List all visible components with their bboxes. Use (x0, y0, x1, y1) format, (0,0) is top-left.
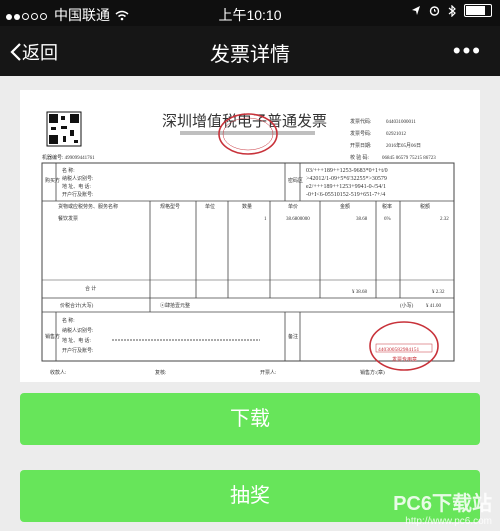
code-label: 发票代码: (350, 118, 371, 125)
stamp-number: 440300582984151 (378, 347, 420, 353)
item-tax: 2.32 (440, 217, 449, 222)
total-amount: ¥ 38.68 (352, 290, 368, 295)
cipher-line: e2/+++189++1253+9941-0-/54/1 (306, 184, 386, 190)
seller-line: 名 称: (62, 317, 75, 324)
footer-review: 复核: (155, 369, 166, 376)
nav-bar: 返回 发票详情 ••• (0, 26, 500, 76)
watermark-main: PC6下载站 (393, 493, 492, 515)
number-label: 发票号码: (350, 130, 371, 137)
total-label: 合 计 (85, 285, 96, 292)
cipher-line: -0+I<6-05510152-519+651-7+/4 (306, 192, 385, 198)
footer-drawer: 开票人: (260, 370, 276, 376)
buyer-label: 购买方 (45, 177, 60, 184)
buyer-line: 地 址、电 话: (62, 183, 91, 190)
item-qty: 1 (264, 217, 267, 222)
col-header: 税额 (420, 203, 430, 210)
col-header: 货物或应税劳务、服务名称 (58, 203, 118, 210)
status-bar: 中国联通 上午10:10 (0, 0, 500, 26)
remark-label: 备注 (288, 333, 298, 340)
buyer-line: 名 称: (62, 167, 75, 174)
invoice-image: 机器编号: 499099441761 深圳增值税电子普通发票 发票代码: 044… (20, 90, 480, 382)
sum-label: 价税合计(大写) (60, 302, 94, 309)
sum-small: (小写) (400, 302, 414, 309)
bluetooth-icon (448, 4, 456, 17)
col-header: 税率 (382, 203, 392, 210)
col-header: 单位 (205, 203, 215, 210)
qr-code (46, 111, 82, 147)
date-label: 开票日期: (350, 143, 371, 149)
more-icon[interactable]: ••• (453, 38, 482, 64)
alarm-icon (429, 6, 440, 16)
col-header: 数量 (242, 203, 252, 210)
seller-line: 开户行及账号: (62, 347, 93, 354)
seller-line: 纳税人识别号: (62, 327, 93, 334)
date-value: 2016年05月06日 (386, 142, 421, 149)
download-button[interactable]: 下载 (20, 393, 480, 445)
number-value: 02921012 (386, 132, 407, 137)
code-value: 044031000011 (386, 120, 416, 125)
invoice-title: 深圳增值税电子普通发票 (162, 113, 327, 130)
location-icon (412, 6, 420, 15)
footer-payee: 收款人: (50, 369, 66, 376)
seller-line: 地 址、电 话: (62, 337, 91, 344)
item-amount: 38.68 (356, 217, 368, 222)
stamp-bottom: 发票专用章 (392, 356, 417, 363)
sum-words: ⓧ肆拾壹元整 (160, 302, 190, 309)
seller-label: 销售方 (45, 333, 60, 340)
total-tax: ¥ 2.32 (432, 290, 445, 295)
item-name: 餐饮发票 (58, 215, 78, 222)
cipher-line: 03/+++189++1253-9683*0+1+t/0 (306, 168, 388, 174)
seller-stamp: 440300582984151 发票专用章 (369, 321, 439, 371)
buyer-line: 纳税人识别号: (62, 175, 93, 182)
check-value: 06845 06579 75215 86723 (382, 156, 436, 161)
buyer-line: 开户行及账号: (62, 191, 93, 198)
col-header: 金额 (340, 203, 350, 210)
cipher-line: >42012/1-09+5*6'32255*>30579 (306, 176, 387, 182)
col-header: 单价 (288, 203, 298, 210)
machine-number: 机器编号: 499099441761 (42, 154, 95, 161)
page-title: 发票详情 (210, 44, 290, 66)
cipher-label: 密码区 (288, 177, 303, 184)
sum-value: ¥ 41.00 (426, 304, 442, 309)
item-rate: 6% (384, 217, 391, 222)
footer-seller: 销售方:(章) (360, 369, 385, 376)
watermark: PC6下载站 http://www.pc6.com (393, 487, 492, 527)
col-header: 规格型号 (160, 203, 180, 210)
check-label: 校 验 码: (350, 154, 369, 161)
watermark-sub: http://www.pc6.com (405, 516, 492, 527)
battery-icon (464, 4, 492, 17)
item-price: 38.6800000 (286, 217, 310, 222)
